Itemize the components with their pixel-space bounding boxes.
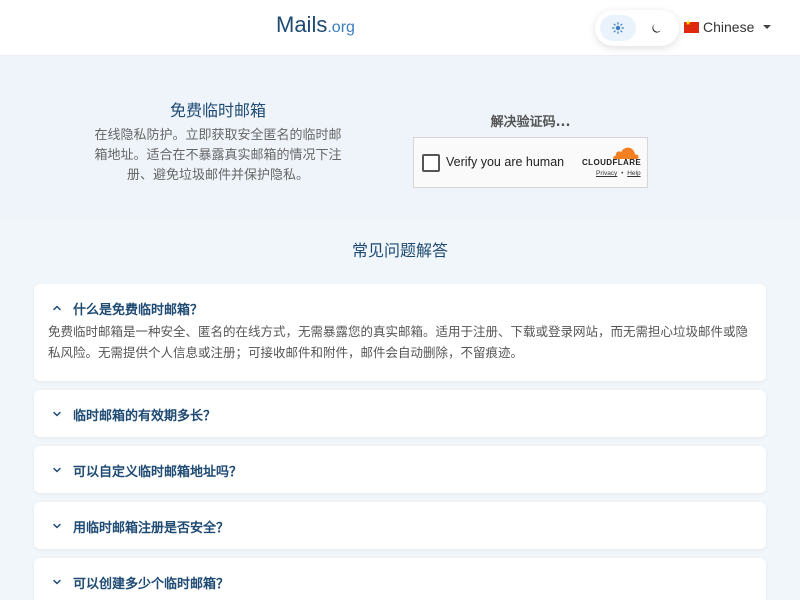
help-link[interactable]: Help: [627, 170, 640, 177]
faq-title: 常见问题解答: [351, 241, 448, 260]
cloudflare-logo: CLOUDFLARE: [582, 146, 644, 167]
site-logo[interactable]: Mails.org: [276, 12, 355, 38]
link-separator: •: [621, 170, 624, 177]
hero-title: 免费临时邮箱: [169, 101, 266, 120]
faq-question[interactable]: 可以自定义临时邮箱地址吗？: [73, 461, 242, 480]
chevron-down-icon: [763, 25, 772, 29]
faq-question[interactable]: 用临时邮箱注册是否安全？: [73, 517, 229, 536]
faq-question[interactable]: 临时邮箱的有效期多长？: [73, 405, 216, 424]
dark-theme-button[interactable]: [638, 15, 674, 41]
chevron-down-icon[interactable]: [52, 521, 62, 531]
faq-question[interactable]: 什么是免费临时邮箱？: [73, 299, 203, 318]
logo-brand: Mails: [276, 12, 328, 37]
chevron-down-icon[interactable]: [52, 577, 62, 587]
light-theme-button[interactable]: [600, 15, 636, 41]
faq-question[interactable]: 可以创建多少个临时邮箱？: [73, 573, 229, 592]
moon-icon: [651, 23, 661, 33]
language-selector[interactable]: Chinese: [684, 17, 772, 37]
theme-toggle: [595, 10, 679, 46]
china-flag-icon: [684, 19, 699, 33]
language-label: Chinese: [703, 19, 755, 35]
verify-checkbox[interactable]: [422, 154, 440, 172]
hero-description: 在线隐私防护。立即获取安全匿名的临时邮箱地址。适合在不暴露真实邮箱的情况下注册、…: [94, 128, 342, 183]
sun-icon: [612, 22, 624, 34]
cloudflare-captcha: Verify you are human CLOUDFLARE Privacy …: [413, 137, 648, 188]
captcha-links: Privacy • Help: [596, 170, 641, 177]
site-header: Mails.org Chinese: [0, 0, 800, 56]
captcha-label: 解决验证码...: [490, 115, 571, 130]
faq-answer: 免费临时邮箱是一种安全、匿名的在线方式，无需暴露您的真实邮箱。适用于注册、下载或…: [48, 324, 749, 360]
cloudflare-wordmark: CLOUDFLARE: [582, 158, 642, 167]
privacy-link[interactable]: Privacy: [596, 170, 617, 177]
logo-tld: .org: [327, 19, 355, 36]
hero-section: 免费临时邮箱 在线隐私防护。立即获取安全匿名的临时邮箱地址。适合在不暴露真实邮箱…: [0, 57, 800, 219]
verify-label: Verify you are human: [446, 155, 565, 169]
chevron-down-icon[interactable]: [52, 465, 62, 475]
chevron-up-icon[interactable]: [52, 303, 62, 313]
chevron-down-icon[interactable]: [52, 409, 62, 419]
